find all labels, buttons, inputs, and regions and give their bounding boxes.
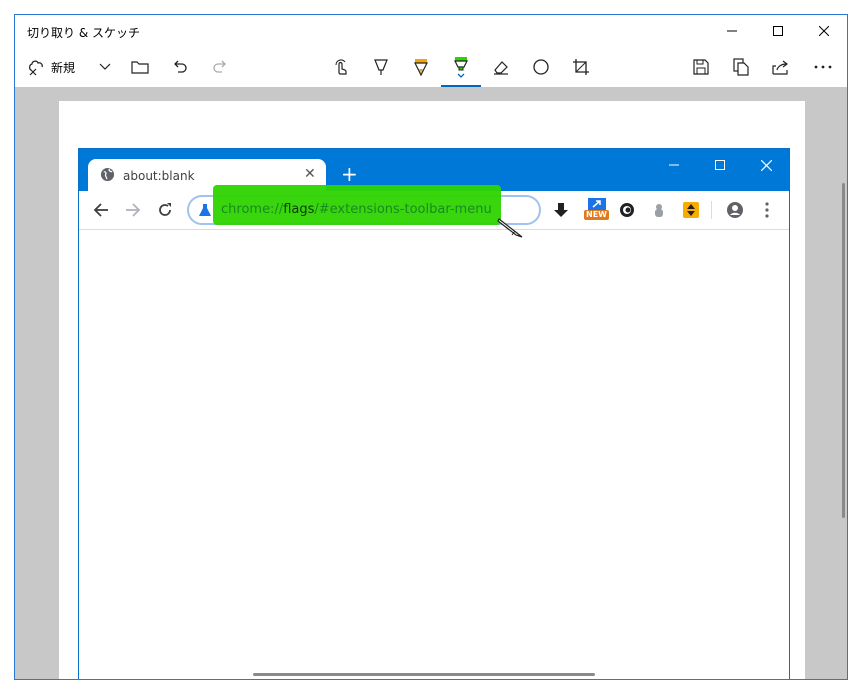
title-bar: 切り取り & スケッチ bbox=[15, 15, 847, 47]
globe-icon bbox=[100, 167, 115, 182]
ruler-button[interactable] bbox=[529, 47, 553, 87]
toolbar-separator bbox=[711, 201, 712, 219]
redo-icon bbox=[213, 60, 226, 73]
save-icon bbox=[693, 59, 709, 75]
extension-arrow-icon bbox=[588, 198, 606, 210]
pencil-icon bbox=[414, 59, 428, 76]
back-arrow-icon bbox=[93, 203, 108, 217]
undo-icon bbox=[174, 60, 187, 73]
flask-icon bbox=[199, 204, 211, 216]
minimize-icon bbox=[727, 30, 737, 32]
maximize-icon bbox=[715, 160, 725, 170]
chrome-menu-button[interactable] bbox=[757, 200, 777, 220]
open-file-button[interactable] bbox=[127, 47, 153, 87]
close-button[interactable] bbox=[801, 15, 847, 47]
ballpoint-pen-button[interactable] bbox=[369, 47, 393, 87]
redo-button[interactable] bbox=[207, 47, 233, 87]
more-button[interactable] bbox=[811, 47, 835, 87]
pen-cursor-icon bbox=[497, 218, 523, 238]
window-title: 切り取り & スケッチ bbox=[27, 26, 140, 40]
vertical-scrollbar[interactable] bbox=[842, 183, 845, 518]
snip-canvas[interactable]: about:blank ✕ + chrome://flags/#extensio… bbox=[15, 87, 847, 679]
kebab-menu-icon bbox=[765, 202, 769, 218]
horizontal-scrollbar[interactable] bbox=[253, 673, 595, 676]
chrome-tab-close-icon[interactable]: ✕ bbox=[304, 166, 316, 182]
sort-extension-button[interactable] bbox=[681, 200, 701, 220]
chrome-minimize-button[interactable] bbox=[659, 155, 689, 175]
download-extension-button[interactable] bbox=[551, 200, 571, 220]
url-host: flags bbox=[283, 202, 315, 217]
url-path: /#extensions-toolbar-menu bbox=[314, 202, 492, 217]
chrome-toolbar: chrome://flags/#extensions-toolbar-menu … bbox=[79, 185, 789, 238]
snip-paper: about:blank ✕ + chrome://flags/#extensio… bbox=[59, 101, 805, 679]
new-badge: NEW bbox=[584, 210, 609, 220]
copy-button[interactable] bbox=[729, 47, 753, 87]
chrome-close-button[interactable] bbox=[751, 155, 781, 175]
chevron-down-icon bbox=[99, 63, 111, 70]
puzzle-extension-button[interactable] bbox=[649, 200, 669, 220]
sort-icon bbox=[683, 202, 699, 218]
minimize-button[interactable] bbox=[709, 15, 755, 47]
folder-icon bbox=[131, 61, 149, 74]
maximize-button[interactable] bbox=[755, 15, 801, 47]
chrome-back-button[interactable] bbox=[91, 200, 111, 220]
maximize-icon bbox=[773, 26, 783, 36]
new-snip-icon bbox=[29, 60, 43, 76]
reload-icon bbox=[159, 203, 171, 216]
chrome-url: chrome://flags/#extensions-toolbar-menu bbox=[221, 202, 492, 217]
undo-button[interactable] bbox=[167, 47, 193, 87]
ballpoint-pen-icon bbox=[374, 59, 388, 75]
highlighter-button[interactable] bbox=[449, 47, 473, 87]
captured-chrome-window: about:blank ✕ + chrome://flags/#extensio… bbox=[78, 148, 790, 679]
new-snip-dropdown[interactable] bbox=[95, 47, 115, 87]
close-icon bbox=[819, 26, 829, 36]
more-icon bbox=[814, 65, 832, 69]
crop-icon bbox=[573, 59, 589, 75]
share-icon bbox=[772, 60, 788, 75]
eraser-icon bbox=[494, 61, 508, 75]
avatar-icon bbox=[727, 202, 743, 218]
snip-sketch-window: 切り取り & スケッチ 新規 about:blank ✕ + chrome://… bbox=[14, 14, 848, 680]
profile-button[interactable] bbox=[725, 200, 745, 220]
eye-icon bbox=[620, 203, 634, 217]
download-icon bbox=[554, 203, 568, 217]
chrome-maximize-button[interactable] bbox=[705, 155, 735, 175]
ruler-icon bbox=[533, 59, 549, 75]
chrome-new-tab-button[interactable]: + bbox=[341, 164, 358, 184]
chrome-reload-button[interactable] bbox=[155, 200, 175, 220]
copy-icon bbox=[733, 58, 749, 76]
url-scheme: chrome:// bbox=[221, 202, 284, 217]
new-snip-label: 新規 bbox=[51, 60, 76, 75]
toolbar: 新規 bbox=[15, 47, 847, 87]
pencil-button[interactable] bbox=[409, 47, 433, 87]
new-snip-button[interactable]: 新規 bbox=[27, 47, 93, 87]
eraser-button[interactable] bbox=[489, 47, 513, 87]
touch-writing-button[interactable] bbox=[329, 47, 353, 87]
chrome-tab-title: about:blank bbox=[123, 169, 195, 183]
touch-writing-icon bbox=[335, 59, 347, 75]
crop-button[interactable] bbox=[569, 47, 593, 87]
highlighter-icon bbox=[454, 57, 468, 78]
save-button[interactable] bbox=[689, 47, 713, 87]
forward-arrow-icon bbox=[126, 203, 141, 217]
bug-icon bbox=[655, 204, 663, 217]
minimize-icon bbox=[669, 164, 679, 166]
chrome-forward-button[interactable] bbox=[123, 200, 143, 220]
new-extension-button[interactable]: NEW bbox=[583, 198, 611, 220]
eye-extension-button[interactable] bbox=[617, 200, 637, 220]
share-button[interactable] bbox=[769, 47, 793, 87]
close-icon bbox=[760, 159, 772, 171]
